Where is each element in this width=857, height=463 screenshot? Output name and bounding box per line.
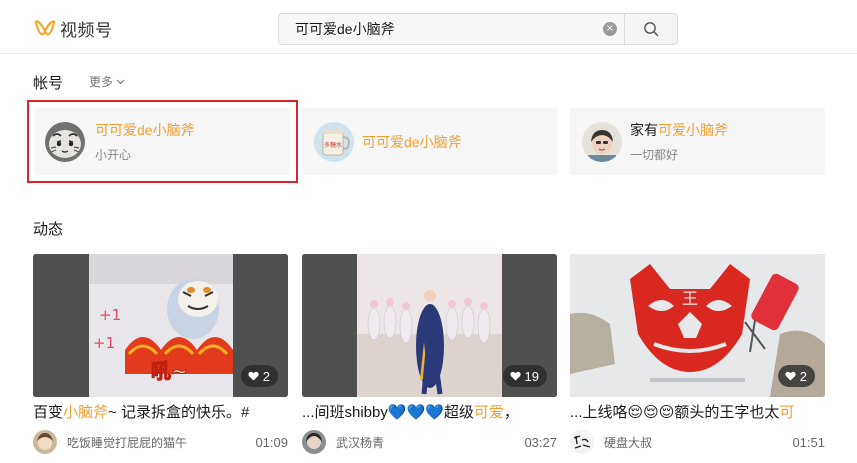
search-icon — [644, 22, 659, 37]
author-name[interactable]: 吃饭睡觉打屁屁的猫午 — [67, 434, 255, 451]
mug-avatar-text: 多糖水 — [324, 141, 342, 149]
top-bar: 视频号 × — [0, 0, 857, 54]
account-info: 可可爱de小脑斧 小开心 — [95, 120, 195, 163]
video-title[interactable]: 百变小脑斧~ 记录拆盒的快乐。# — [33, 403, 288, 423]
account-name: 家有可爱小脑斧 — [630, 122, 728, 138]
heart-icon — [509, 371, 521, 381]
video-card[interactable]: 王 2 ...上线咯😌😌😌额头的王字也太可 硬盘大叔 01:51 — [570, 254, 825, 455]
thumb-text: 吼~ — [151, 359, 188, 383]
like-badge: 2 — [777, 365, 815, 387]
video-title[interactable]: ...间班shibby💙💙💙超级可爱， — [302, 403, 557, 423]
accounts-section-title: 帐号 — [33, 75, 64, 92]
account-card[interactable]: 多糖水 可可爱de小脑斧 — [302, 108, 557, 175]
video-meta: 吃饭睡觉打屁屁的猫午 01:09 — [33, 429, 288, 455]
author-name[interactable]: 武汉杨青 — [336, 434, 524, 451]
video-card[interactable]: +1 +1 吼~ 2 百变小脑斧~ 记录拆盒的快乐。# 吃饭睡觉打屁屁的猫午 0… — [33, 254, 288, 455]
search-button[interactable] — [624, 14, 677, 44]
channels-logo-icon — [34, 20, 56, 36]
video-meta: 硬盘大叔 01:51 — [570, 429, 825, 455]
thumb-text: 王 — [682, 289, 698, 308]
video-card[interactable]: 19 ...间班shibby💙💙💙超级可爱， 武汉杨青 03:27 — [302, 254, 557, 455]
like-count: 2 — [799, 368, 807, 384]
account-description: 一切都好 — [630, 148, 679, 162]
video-title[interactable]: ...上线咯😌😌😌额头的王字也太可 — [570, 403, 825, 423]
video-duration: 01:51 — [792, 434, 825, 450]
app-logo[interactable]: 视频号 — [34, 16, 113, 40]
chevron-down-icon — [116, 79, 125, 84]
search-box: × — [278, 13, 678, 45]
clear-icon: × — [603, 22, 617, 36]
video-meta: 武汉杨青 03:27 — [302, 429, 557, 455]
account-card[interactable]: 可可爱de小脑斧 小开心 — [27, 100, 298, 183]
author-avatar[interactable] — [570, 430, 594, 454]
thumb-text: +1 — [99, 306, 121, 324]
heart-icon — [248, 371, 259, 381]
video-duration: 01:09 — [255, 434, 288, 450]
account-card[interactable]: 家有可爱小脑斧 一切都好 — [570, 108, 825, 175]
account-name: 可可爱de小脑斧 — [95, 122, 195, 138]
tiger-face-avatar — [45, 121, 85, 162]
account-info: 家有可爱小脑斧 一切都好 — [630, 120, 728, 163]
video-thumbnail[interactable]: 19 — [302, 254, 557, 397]
video-thumbnail[interactable]: 王 2 — [570, 254, 825, 397]
like-badge: 19 — [502, 365, 547, 387]
like-badge: 2 — [240, 365, 278, 387]
person-avatar — [582, 121, 622, 162]
author-avatar[interactable] — [302, 430, 326, 454]
search-input[interactable] — [279, 14, 596, 44]
like-count: 19 — [524, 368, 539, 384]
feed-section-title: 动态 — [33, 221, 64, 238]
video-duration: 03:27 — [524, 434, 557, 450]
mug-avatar: 多糖水 — [314, 121, 354, 162]
author-avatar[interactable] — [33, 430, 57, 454]
account-description: 小开心 — [95, 148, 132, 162]
app-name: 视频号 — [60, 20, 113, 40]
account-name: 可可爱de小脑斧 — [362, 133, 462, 150]
like-count: 2 — [262, 368, 270, 384]
more-accounts-link[interactable]: 更多 — [89, 73, 125, 90]
clear-search-button[interactable]: × — [596, 14, 624, 44]
account-info: 可可爱de小脑斧 — [362, 132, 462, 152]
heart-icon — [785, 371, 796, 381]
author-name[interactable]: 硬盘大叔 — [604, 434, 792, 451]
video-thumbnail[interactable]: +1 +1 吼~ 2 — [33, 254, 288, 397]
more-label: 更多 — [89, 75, 114, 89]
thumb-text: +1 — [93, 334, 115, 352]
